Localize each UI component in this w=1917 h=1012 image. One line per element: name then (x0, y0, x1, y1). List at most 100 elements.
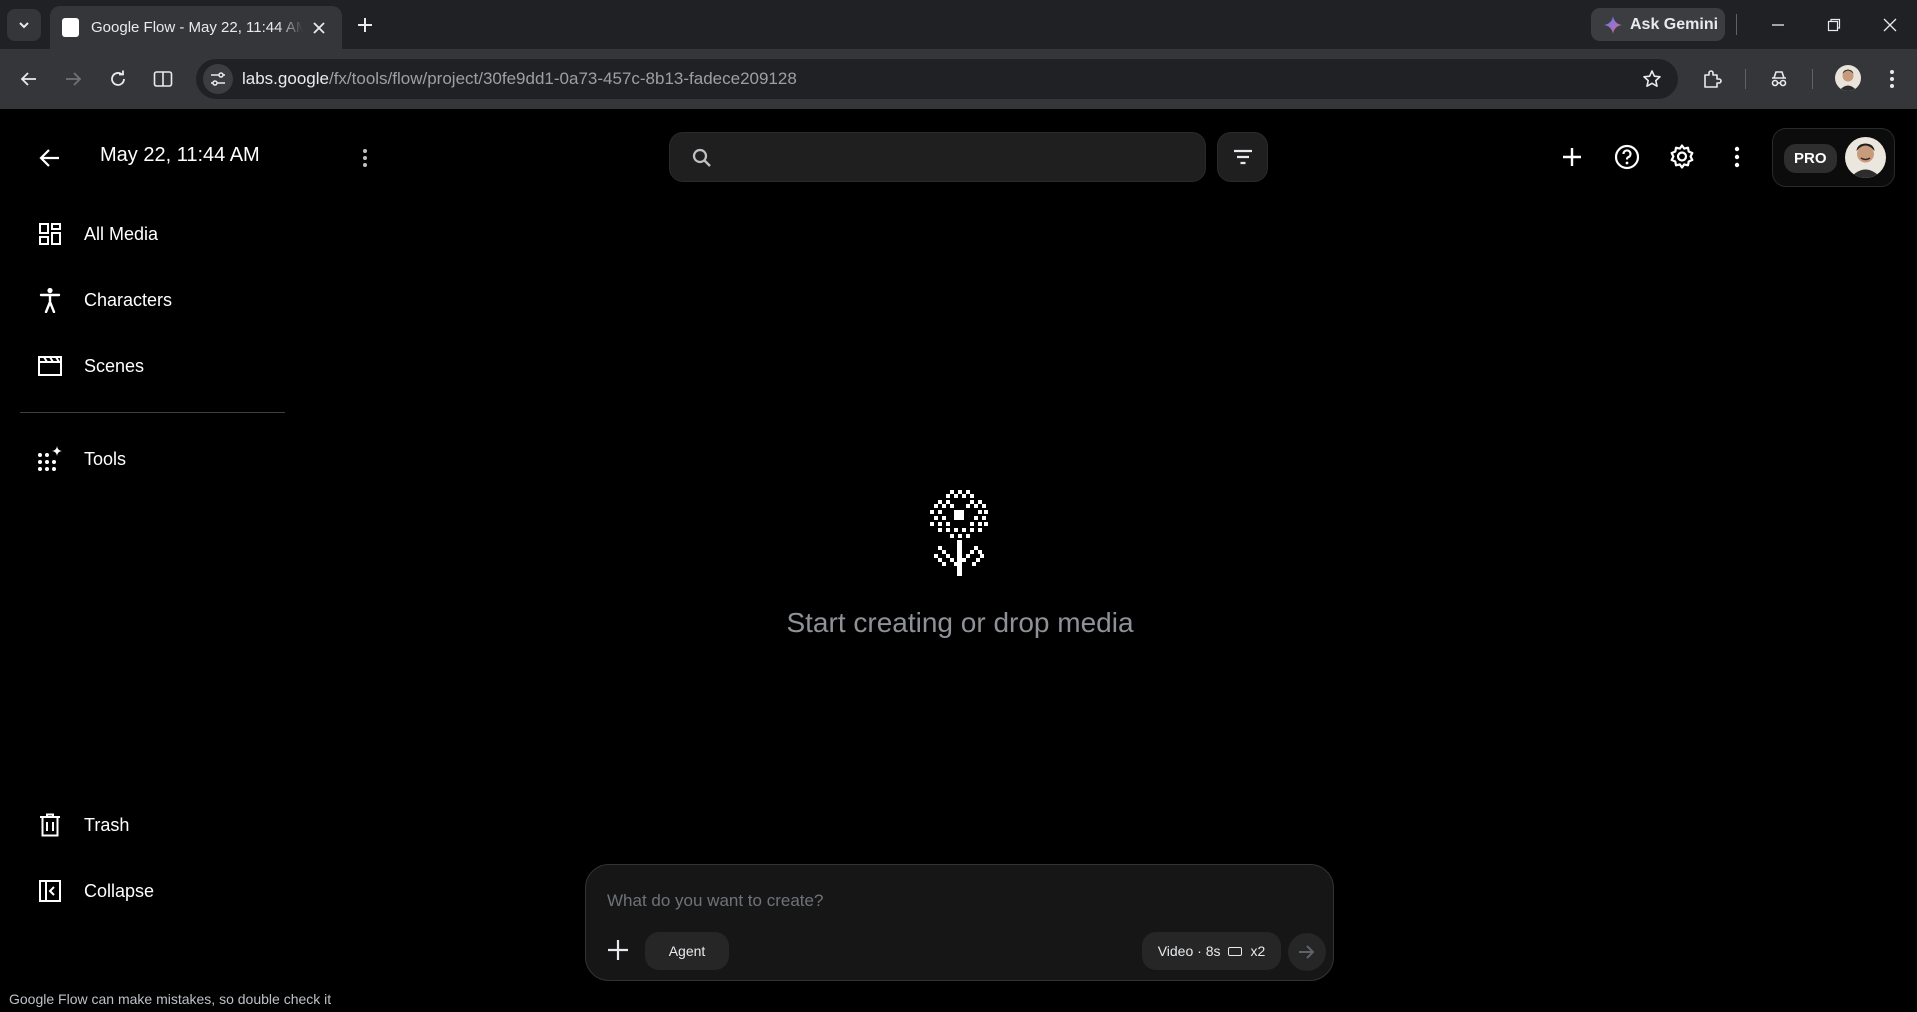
browser-toolbar: labs.google/fx/tools/flow/project/30fe9d… (0, 49, 1917, 109)
sidebar-item-label: Characters (84, 289, 173, 310)
chevron-down-icon (19, 22, 29, 29)
url-text[interactable]: labs.google/fx/tools/flow/project/30fe9d… (242, 69, 797, 89)
mode-label: Video · 8s (1157, 943, 1221, 959)
add-button[interactable] (1555, 140, 1589, 174)
star-icon (1643, 70, 1661, 87)
sidebar-item-all-media[interactable]: All Media (20, 209, 280, 259)
prompt-composer: Agent Video · 8s x2 (585, 864, 1334, 981)
disclaimer-text: Google Flow can make mistakes, so double… (9, 991, 332, 1007)
sidebar-divider (20, 412, 285, 413)
project-menu-button[interactable] (352, 142, 378, 174)
sidebar-item-scenes[interactable]: Scenes (20, 341, 280, 391)
close-window-button[interactable] (1862, 0, 1917, 49)
sidebar-item-label: Tools (84, 448, 127, 469)
tab-title: Google Flow - May 22, 11:44 AM (91, 19, 303, 36)
split-view-icon (153, 71, 173, 87)
plus-icon (358, 18, 372, 32)
tab-close-button[interactable] (308, 17, 330, 39)
help-icon (1614, 144, 1640, 170)
sidebar-item-collapse[interactable]: Collapse (20, 866, 280, 916)
media-search (669, 132, 1206, 182)
help-button[interactable] (1610, 140, 1644, 174)
ask-gemini-button[interactable]: Ask Gemini (1591, 8, 1725, 41)
search-icon (692, 148, 711, 167)
restore-icon (1827, 18, 1841, 31)
sidebar-item-label: Scenes (84, 355, 145, 376)
person-icon (20, 287, 80, 313)
prompt-input[interactable] (607, 885, 1307, 917)
filter-icon (1233, 149, 1252, 165)
aspect-ratio-icon (1228, 946, 1243, 956)
tune-icon (211, 72, 225, 86)
page-favicon-icon (62, 18, 79, 37)
project-title[interactable]: May 22, 11:44 AM (100, 144, 260, 167)
tab-search-button[interactable] (7, 9, 41, 41)
pixel-flower-icon (930, 490, 988, 576)
send-button[interactable] (1288, 933, 1326, 971)
output-count-label: x2 (1250, 943, 1266, 959)
arrow-left-icon (20, 72, 36, 86)
new-tab-button[interactable] (350, 10, 380, 40)
site-info-button[interactable] (203, 64, 233, 94)
sidebar-item-characters[interactable]: Characters (20, 275, 280, 325)
browser-tab[interactable]: Google Flow - May 22, 11:44 AM (50, 6, 342, 49)
split-view-button[interactable] (147, 63, 179, 95)
gemini-sparkle-icon (1604, 15, 1622, 34)
more-vertical-icon (363, 149, 367, 167)
plus-icon (608, 940, 628, 960)
browser-profile-avatar[interactable] (1835, 65, 1861, 91)
sidebar-item-label: Collapse (84, 880, 155, 901)
url-host: labs.google (242, 69, 329, 88)
collapse-icon (20, 879, 80, 903)
pro-badge: PRO (1784, 144, 1837, 173)
more-vertical-icon (1734, 146, 1740, 168)
more-options-button[interactable] (1720, 140, 1754, 174)
settings-button[interactable] (1665, 140, 1699, 174)
user-avatar[interactable] (1845, 137, 1886, 178)
back-button[interactable] (13, 63, 45, 95)
avatar-icon (1850, 143, 1881, 178)
close-icon (313, 21, 325, 34)
add-media-button[interactable] (601, 933, 635, 967)
sidebar-item-label: Trash (84, 814, 130, 835)
agent-toggle-button[interactable]: Agent (645, 932, 729, 970)
puzzle-icon (1704, 70, 1722, 88)
url-path: /fx/tools/flow/project/30fe9dd1-0a73-457… (328, 69, 797, 88)
search-input[interactable] (726, 133, 1196, 181)
empty-state-message: Start creating or drop media (786, 607, 1134, 638)
grid-icon (20, 222, 80, 246)
clapperboard-icon (20, 355, 80, 377)
sparkle-grid-icon (20, 446, 80, 472)
arrow-right-icon (1299, 945, 1315, 959)
toolbar-separator (1745, 69, 1746, 89)
back-to-projects-button[interactable] (34, 142, 66, 174)
bookmark-button[interactable] (1638, 65, 1666, 93)
address-bar[interactable]: labs.google/fx/tools/flow/project/30fe9d… (196, 59, 1678, 99)
generation-settings-button[interactable]: Video · 8s x2 (1142, 932, 1281, 970)
minimize-button[interactable] (1750, 0, 1806, 49)
arrow-right-icon (66, 72, 82, 86)
close-icon (1883, 18, 1897, 31)
sidebar-item-trash[interactable]: Trash (20, 800, 280, 850)
incognito-icon (1771, 71, 1787, 87)
browser-menu-button[interactable] (1876, 63, 1908, 95)
plus-icon (1563, 148, 1581, 166)
sidebar-item-label: All Media (84, 223, 159, 244)
minimize-icon (1772, 23, 1784, 26)
sidebar-item-tools[interactable]: Tools (20, 434, 280, 484)
reload-button[interactable] (102, 63, 134, 95)
trash-icon (20, 813, 80, 837)
incognito-button[interactable] (1763, 63, 1795, 95)
extensions-button[interactable] (1696, 63, 1728, 95)
restore-button[interactable] (1806, 0, 1862, 49)
account-menu[interactable]: PRO (1772, 128, 1895, 187)
reload-icon (111, 70, 125, 86)
filter-button[interactable] (1217, 132, 1268, 182)
chrome-separator (1736, 14, 1737, 35)
forward-button[interactable] (57, 63, 89, 95)
ask-gemini-label: Ask Gemini (1630, 15, 1719, 33)
gear-icon (1670, 144, 1694, 169)
more-vertical-icon (1890, 70, 1894, 88)
browser-tabstrip: Google Flow - May 22, 11:44 AM Ask Gemin… (0, 0, 1917, 49)
arrow-left-icon (39, 149, 59, 167)
